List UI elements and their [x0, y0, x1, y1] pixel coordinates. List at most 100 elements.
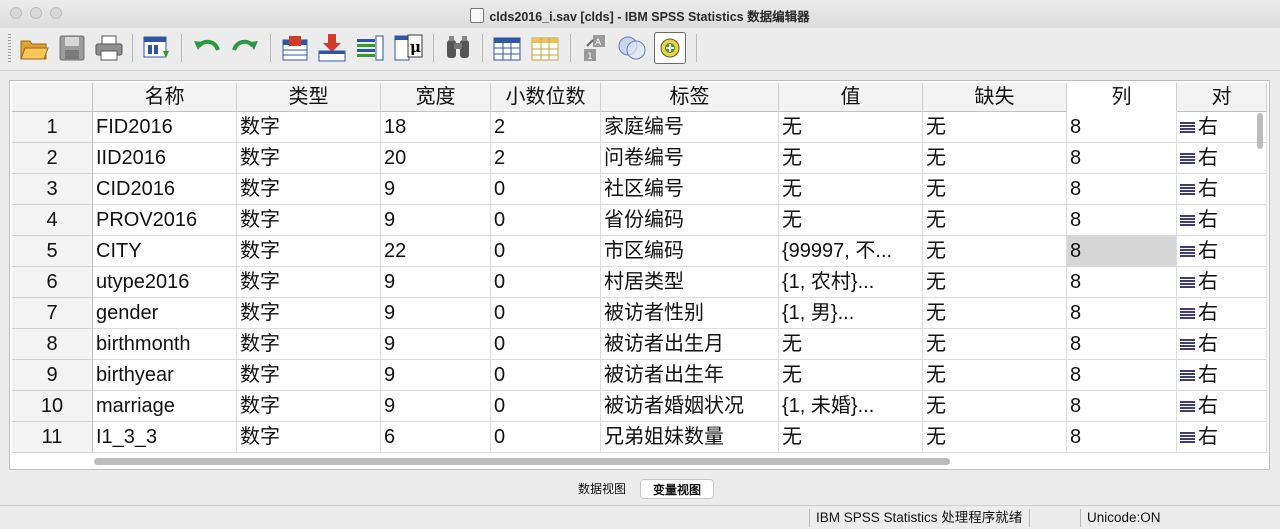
cell-values[interactable]: 无 [779, 112, 923, 143]
split-file-icon[interactable]: A1 [579, 32, 611, 64]
cell-width[interactable]: 9 [381, 205, 491, 236]
cell-label[interactable]: 市区编码 [601, 236, 779, 267]
cell-type[interactable]: 数字 [237, 236, 381, 267]
cell-columns[interactable]: 8 [1067, 143, 1177, 174]
cell-decimals[interactable]: 0 [491, 391, 601, 422]
cell-name[interactable]: CID2016 [93, 174, 237, 205]
cell-values[interactable]: 无 [779, 174, 923, 205]
cell-decimals[interactable]: 0 [491, 236, 601, 267]
cell-values[interactable]: 无 [779, 422, 923, 453]
run-descriptive-icon[interactable]: μ [392, 32, 424, 64]
cell-type[interactable]: 数字 [237, 422, 381, 453]
cell-type[interactable]: 数字 [237, 174, 381, 205]
tab-data-view[interactable]: 数据视图 [566, 479, 638, 499]
cell-width[interactable]: 6 [381, 422, 491, 453]
cell-name[interactable]: I1_3_3 [93, 422, 237, 453]
cell-missing[interactable]: 无 [923, 205, 1067, 236]
cell-columns[interactable]: 8 [1067, 422, 1177, 453]
row-header[interactable]: 11 [12, 422, 93, 453]
cell-name[interactable]: marriage [93, 391, 237, 422]
row-header[interactable]: 1 [12, 112, 93, 143]
cell-columns[interactable]: 8 [1067, 298, 1177, 329]
column-header-decimals[interactable]: 小数位数 [491, 83, 601, 112]
row-header[interactable]: 5 [12, 236, 93, 267]
cell-missing[interactable]: 无 [923, 298, 1067, 329]
goto-variable-icon[interactable] [316, 32, 348, 64]
redo-icon[interactable] [229, 32, 261, 64]
cell-name[interactable]: IID2016 [93, 143, 237, 174]
cell-missing[interactable]: 无 [923, 174, 1067, 205]
cell-name[interactable]: birthmonth [93, 329, 237, 360]
column-header-columns[interactable]: 列 [1067, 83, 1177, 112]
cell-width[interactable]: 22 [381, 236, 491, 267]
cell-type[interactable]: 数字 [237, 360, 381, 391]
cell-width[interactable]: 9 [381, 391, 491, 422]
cell-decimals[interactable]: 2 [491, 143, 601, 174]
cell-values[interactable]: {1, 男}... [779, 298, 923, 329]
variables-icon[interactable] [354, 32, 386, 64]
cell-values[interactable]: 无 [779, 205, 923, 236]
cell-columns[interactable]: 8 [1067, 174, 1177, 205]
cell-name[interactable]: utype2016 [93, 267, 237, 298]
vertical-scrollbar[interactable] [1254, 113, 1266, 453]
print-icon[interactable] [93, 32, 125, 64]
cell-values[interactable]: {1, 农村}... [779, 267, 923, 298]
column-header-type[interactable]: 类型 [237, 83, 381, 112]
row-header[interactable]: 6 [12, 267, 93, 298]
cell-type[interactable]: 数字 [237, 267, 381, 298]
cell-decimals[interactable]: 0 [491, 267, 601, 298]
undo-icon[interactable] [191, 32, 223, 64]
cell-label[interactable]: 省份编码 [601, 205, 779, 236]
cell-values[interactable]: {1, 未婚}... [779, 391, 923, 422]
cell-label[interactable]: 兄弟姐妹数量 [601, 422, 779, 453]
toolbar-grip[interactable] [8, 34, 11, 62]
cell-type[interactable]: 数字 [237, 112, 381, 143]
cell-label[interactable]: 被访者婚姻状况 [601, 391, 779, 422]
cell-columns[interactable]: 8 [1067, 112, 1177, 143]
cell-name[interactable]: FID2016 [93, 112, 237, 143]
cell-columns[interactable]: 8 [1067, 205, 1177, 236]
cell-label[interactable]: 被访者性别 [601, 298, 779, 329]
cell-values[interactable]: {99997, 不... [779, 236, 923, 267]
cell-missing[interactable]: 无 [923, 267, 1067, 298]
cell-decimals[interactable]: 0 [491, 205, 601, 236]
vertical-scroll-thumb[interactable] [1257, 113, 1263, 149]
cell-missing[interactable]: 无 [923, 391, 1067, 422]
find-icon[interactable] [442, 32, 474, 64]
cell-name[interactable]: gender [93, 298, 237, 329]
row-header[interactable]: 8 [12, 329, 93, 360]
cell-missing[interactable]: 无 [923, 236, 1067, 267]
row-header[interactable]: 4 [12, 205, 93, 236]
column-header-width[interactable]: 宽度 [381, 83, 491, 112]
cell-decimals[interactable]: 0 [491, 174, 601, 205]
cell-label[interactable]: 被访者出生年 [601, 360, 779, 391]
recall-dialog-icon[interactable] [141, 32, 173, 64]
tab-variable-view[interactable]: 变量视图 [640, 479, 714, 499]
cell-label[interactable]: 被访者出生月 [601, 329, 779, 360]
cell-missing[interactable]: 无 [923, 422, 1067, 453]
cell-name[interactable]: PROV2016 [93, 205, 237, 236]
grid-corner[interactable] [12, 83, 93, 112]
cell-values[interactable]: 无 [779, 360, 923, 391]
row-header[interactable]: 2 [12, 143, 93, 174]
cell-type[interactable]: 数字 [237, 143, 381, 174]
cell-width[interactable]: 9 [381, 298, 491, 329]
cell-type[interactable]: 数字 [237, 391, 381, 422]
horizontal-scroll-thumb[interactable] [94, 458, 950, 465]
row-header[interactable]: 3 [12, 174, 93, 205]
cell-missing[interactable]: 无 [923, 112, 1067, 143]
cell-width[interactable]: 20 [381, 143, 491, 174]
cell-label[interactable]: 家庭编号 [601, 112, 779, 143]
column-header-missing[interactable]: 缺失 [923, 83, 1067, 112]
cell-columns[interactable]: 8 [1067, 236, 1177, 267]
cell-columns[interactable]: 8 [1067, 360, 1177, 391]
cell-type[interactable]: 数字 [237, 298, 381, 329]
cell-label[interactable]: 社区编号 [601, 174, 779, 205]
cell-width[interactable]: 9 [381, 360, 491, 391]
cell-decimals[interactable]: 0 [491, 360, 601, 391]
cell-decimals[interactable]: 2 [491, 112, 601, 143]
cell-columns[interactable]: 8 [1067, 329, 1177, 360]
row-header[interactable]: 7 [12, 298, 93, 329]
row-header[interactable]: 10 [12, 391, 93, 422]
cell-type[interactable]: 数字 [237, 205, 381, 236]
